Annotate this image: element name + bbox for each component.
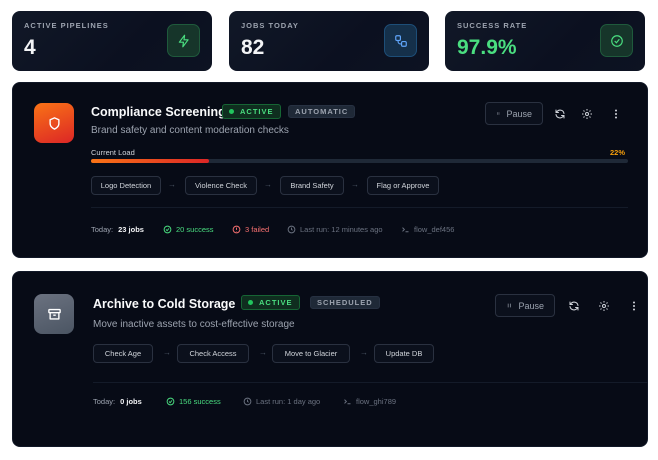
status-badge: ACTIVE — [241, 295, 300, 310]
step-brand-safety[interactable]: Brand Safety — [280, 176, 344, 195]
stat-card-success-rate: SUCCESS RATE 97.9% — [445, 11, 645, 71]
clock-icon — [287, 225, 296, 234]
flow-id: flow_def456 — [401, 225, 454, 234]
flow-id-label: flow_def456 — [414, 225, 455, 234]
stat-value: 82 — [241, 36, 265, 59]
workflow-icon — [384, 24, 417, 57]
stat-label: SUCCESS RATE — [457, 21, 528, 30]
arrow-right-icon: → — [360, 348, 368, 357]
divider — [93, 382, 648, 383]
load-label: Current Load — [91, 148, 135, 157]
more-vertical-icon[interactable] — [608, 106, 624, 122]
step-violence-check[interactable]: Violence Check — [185, 176, 257, 195]
last-run: Last run: 1 day ago — [243, 397, 320, 406]
terminal-icon — [344, 399, 351, 405]
check-circle-icon — [166, 397, 175, 406]
arrow-right-icon: → — [259, 348, 267, 357]
stat-value: 4 — [24, 36, 36, 59]
shield-icon — [34, 103, 74, 143]
success-label: 20 success — [176, 225, 214, 234]
mode-badge: AUTOMATIC — [288, 105, 356, 118]
status-badge-label: ACTIVE — [259, 298, 293, 307]
failed-label: 3 failed — [245, 225, 270, 234]
jobs-count: 0 jobs — [120, 397, 142, 406]
check-circle-icon — [600, 24, 633, 57]
divider — [91, 207, 628, 208]
stat-value: 97.9% — [457, 36, 517, 59]
step-update-db[interactable]: Update DB — [374, 344, 434, 363]
success-label: 156 success — [179, 397, 221, 406]
step-check-age[interactable]: Check Age — [93, 344, 153, 363]
arrow-right-icon: → — [168, 180, 176, 189]
flow-id: flow_ghi789 — [343, 397, 396, 406]
step-move-to-glacier[interactable]: Move to Glacier — [272, 344, 350, 363]
step-logo-detection[interactable]: Logo Detection — [91, 176, 161, 195]
last-run: Last run: 12 minutes ago — [287, 225, 383, 234]
pause-icon — [507, 303, 511, 308]
last-run-label: Last run: 1 day ago — [256, 397, 321, 406]
zap-icon — [167, 24, 200, 57]
pipeline-title: Archive to Cold Storage — [93, 297, 236, 311]
today-summary: Today: 23 jobs — [91, 225, 144, 234]
more-vertical-icon[interactable] — [626, 298, 642, 314]
arrow-right-icon: → — [163, 348, 171, 357]
pause-icon — [497, 112, 500, 115]
arrow-right-icon: → — [264, 180, 272, 189]
today-label: Today: — [91, 225, 114, 234]
status-badge: ACTIVE — [222, 104, 281, 119]
refresh-icon[interactable] — [552, 106, 568, 122]
today-label: Today: — [93, 397, 116, 406]
stat-card-active-pipelines: ACTIVE PIPELINES 4 — [12, 11, 212, 71]
pipeline-title: Compliance Screening — [91, 105, 226, 119]
pause-button[interactable]: Pause — [485, 102, 543, 125]
step-check-access[interactable]: Check Access — [177, 344, 249, 363]
check-circle-icon — [163, 225, 172, 234]
pause-label: Pause — [518, 300, 544, 311]
status-dot — [229, 109, 234, 114]
load-percent: 22% — [610, 148, 626, 157]
load-progress-fill — [91, 159, 210, 163]
pause-label: Pause — [506, 108, 532, 119]
jobs-count: 23 jobs — [118, 225, 144, 234]
load-progress-bar — [91, 159, 628, 163]
last-run-label: Last run: 12 minutes ago — [300, 225, 383, 234]
failed-count: 3 failed — [232, 225, 269, 234]
arrow-right-icon: → — [351, 180, 359, 189]
success-count: 156 success — [166, 397, 221, 406]
gear-icon[interactable] — [596, 298, 612, 314]
alert-circle-icon — [232, 225, 241, 234]
step-flag-or-approve[interactable]: Flag or Approve — [367, 176, 439, 195]
refresh-icon[interactable] — [566, 298, 582, 314]
stat-card-jobs-today: JOBS TODAY 82 — [229, 11, 429, 71]
today-summary: Today: 0 jobs — [93, 397, 142, 406]
archive-icon — [34, 294, 74, 334]
terminal-icon — [402, 227, 409, 233]
pipeline-card-compliance[interactable]: Compliance Screening ACTIVE AUTOMATIC Br… — [12, 82, 648, 258]
gear-icon[interactable] — [579, 106, 595, 122]
stat-label: ACTIVE PIPELINES — [24, 21, 109, 30]
clock-icon — [243, 397, 252, 406]
success-count: 20 success — [163, 225, 214, 234]
status-dot — [248, 300, 253, 305]
flow-id-label: flow_ghi789 — [356, 397, 397, 406]
stat-label: JOBS TODAY — [241, 21, 299, 30]
status-badge-label: ACTIVE — [240, 107, 274, 116]
pipeline-description: Brand safety and content moderation chec… — [91, 125, 289, 136]
pipeline-description: Move inactive assets to cost-effective s… — [93, 319, 295, 330]
mode-badge: SCHEDULED — [310, 296, 380, 309]
pause-button[interactable]: Pause — [495, 294, 555, 317]
pipeline-card-archive[interactable]: Archive to Cold Storage ACTIVE SCHEDULED… — [12, 271, 648, 447]
